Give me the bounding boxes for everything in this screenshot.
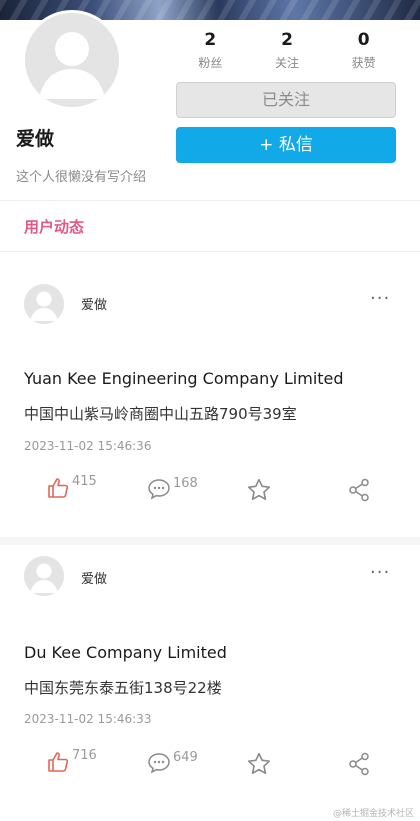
share-icon <box>349 752 369 776</box>
tab-bar: 用户动态 <box>0 201 420 252</box>
avatar-placeholder-icon <box>24 556 64 596</box>
stat-value: 0 <box>357 30 370 50</box>
more-options-icon[interactable]: ··· <box>370 562 390 583</box>
like-button[interactable]: 415 <box>46 474 97 500</box>
stat-likes-received[interactable]: 0 获赞 <box>325 30 402 71</box>
comment-icon <box>148 753 170 774</box>
profile-name: 爱做 <box>16 128 55 150</box>
favorite-button[interactable] <box>246 477 272 503</box>
stat-label: 关注 <box>275 56 300 70</box>
like-count: 716 <box>72 748 97 763</box>
post-author-name[interactable]: 爱做 <box>81 568 107 587</box>
profile-stats: 2 粉丝 2 关注 0 获赞 <box>172 30 402 71</box>
followed-button[interactable]: 已关注 <box>176 82 396 118</box>
profile-avatar[interactable] <box>22 10 122 110</box>
share-icon <box>349 478 369 502</box>
post-author-avatar[interactable] <box>24 284 64 324</box>
share-button[interactable] <box>348 752 370 776</box>
avatar-placeholder-icon <box>24 284 64 324</box>
post-title[interactable]: Yuan Kee Engineering Company Limited <box>24 369 344 388</box>
star-icon <box>247 752 271 775</box>
post-author-avatar[interactable] <box>24 556 64 596</box>
star-icon <box>247 478 271 501</box>
post-author-name[interactable]: 爱做 <box>81 294 107 313</box>
stat-followers[interactable]: 2 粉丝 <box>172 30 249 71</box>
more-options-icon[interactable]: ··· <box>370 288 390 309</box>
post-card: 爱做 ··· Yuan Kee Engineering Company Limi… <box>0 252 420 542</box>
post-body[interactable]: 中国东莞东泰五街138号22楼 <box>24 677 222 698</box>
comment-icon <box>148 479 170 500</box>
stat-value: 2 <box>281 30 293 50</box>
favorite-button[interactable] <box>246 751 272 777</box>
post-body[interactable]: 中国中山紫马岭商圈中山五路790号39室 <box>24 403 297 424</box>
avatar-placeholder-icon <box>25 13 119 107</box>
thumbs-up-icon <box>48 478 69 498</box>
comment-count: 168 <box>173 476 198 491</box>
comment-count: 649 <box>173 750 198 765</box>
stat-following[interactable]: 2 关注 <box>249 30 326 71</box>
tab-user-activity[interactable]: 用户动态 <box>24 216 84 237</box>
stat-label: 获赞 <box>351 56 376 70</box>
post-card: 爱做 ··· Du Kee Company Limited 中国东莞东泰五街13… <box>0 526 420 816</box>
share-button[interactable] <box>348 478 370 502</box>
message-button[interactable]: + 私信 <box>176 127 396 163</box>
like-count: 415 <box>72 474 97 489</box>
post-timestamp: 2023-11-02 15:46:36 <box>24 439 152 453</box>
stat-value: 2 <box>204 30 217 50</box>
thumbs-up-icon <box>48 752 69 772</box>
watermark-text: @稀土掘金技术社区 <box>332 809 414 819</box>
profile-bio: 这个人很懒没有写介绍 <box>16 170 147 185</box>
post-timestamp: 2023-11-02 15:46:33 <box>24 712 152 726</box>
profile-header: 爱做 这个人很懒没有写介绍 2 粉丝 2 关注 0 获赞 已关注 + 私信 <box>0 10 420 201</box>
comment-button[interactable]: 168 <box>147 476 198 500</box>
comment-button[interactable]: 649 <box>147 750 198 774</box>
stat-label: 粉丝 <box>198 56 223 70</box>
like-button[interactable]: 716 <box>46 748 97 774</box>
post-title[interactable]: Du Kee Company Limited <box>24 643 227 662</box>
